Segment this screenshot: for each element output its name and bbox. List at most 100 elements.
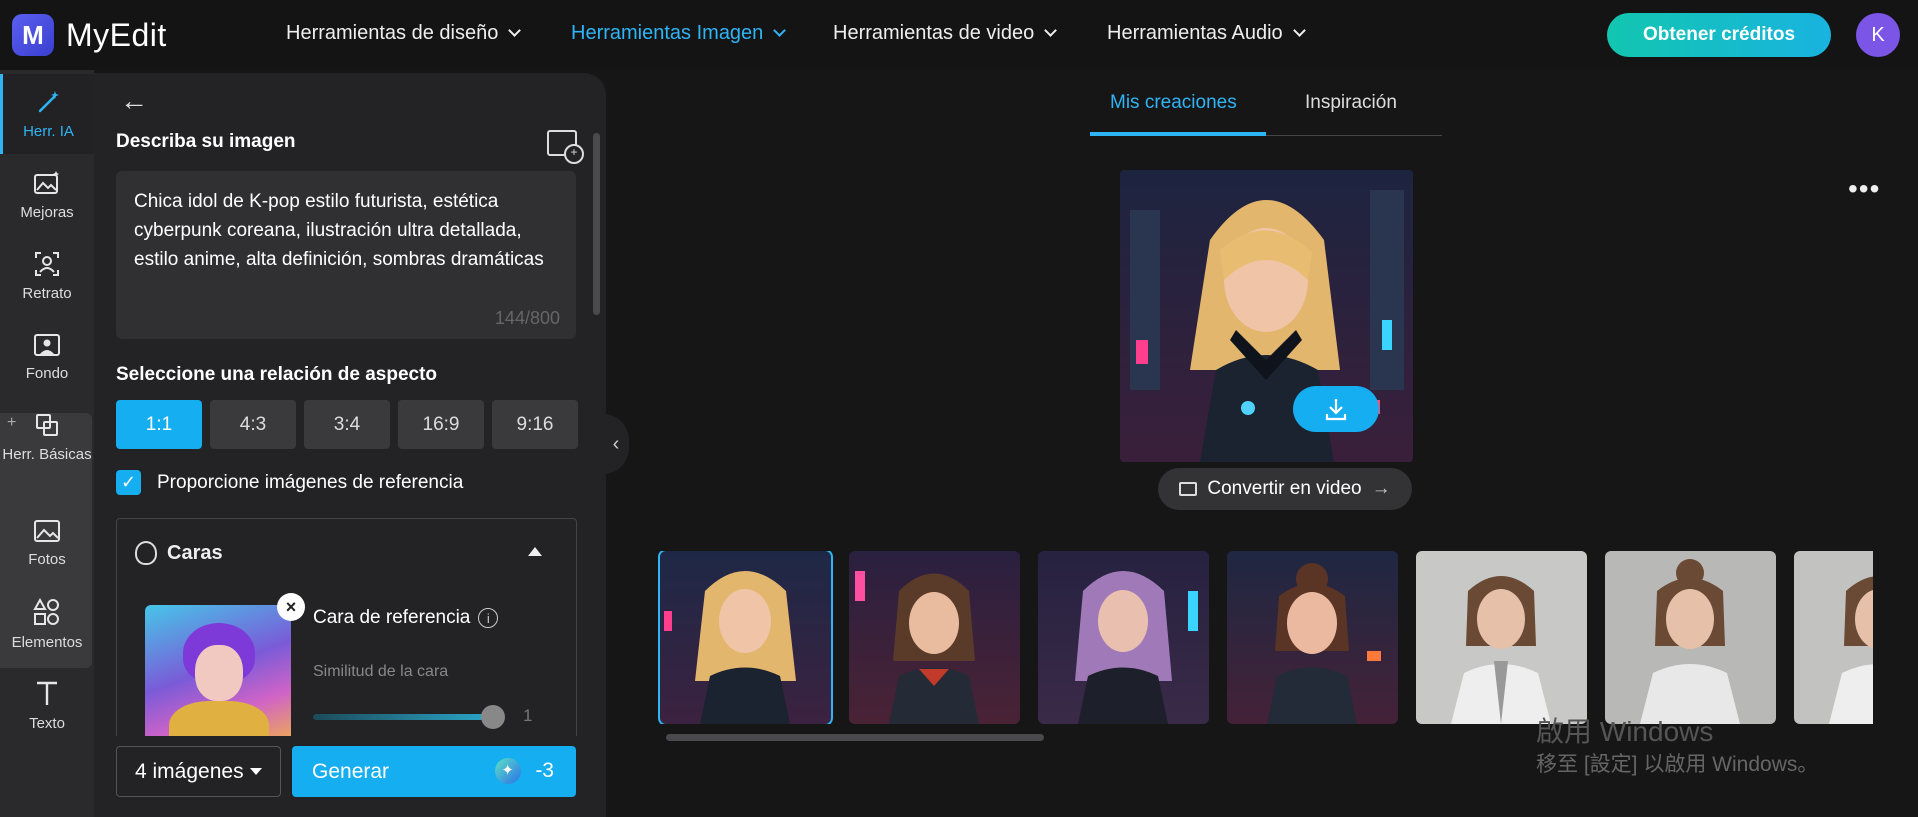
rail-item-basic-tools[interactable]: Herr. Básicas: [0, 397, 94, 477]
nav-image-tools[interactable]: Herramientas Imagen: [571, 22, 787, 45]
thumbnail-1[interactable]: [658, 551, 833, 724]
thumbnail-3[interactable]: [1038, 551, 1209, 724]
windows-activation-hint: 移至 [設定] 以啟用 Windows。: [1536, 753, 1819, 776]
faces-header[interactable]: Caras: [135, 541, 223, 565]
rail-label: Fotos: [28, 550, 66, 568]
nav-label: Herramientas de diseño: [286, 22, 499, 44]
strip-scrollbar[interactable]: [666, 734, 1044, 741]
rail-item-text[interactable]: Texto: [0, 665, 94, 745]
face-icon: [135, 541, 157, 565]
background-icon: [34, 333, 60, 356]
rail-label: Mejoras: [20, 203, 74, 221]
get-credits-button[interactable]: Obtener créditos: [1607, 13, 1831, 57]
info-icon[interactable]: i: [478, 608, 499, 628]
magic-wand-icon: [38, 90, 59, 112]
credit-gem-icon: [495, 758, 522, 784]
ratio-16-9-button[interactable]: 16:9: [398, 400, 484, 449]
chevron-down-icon: [773, 24, 787, 37]
ratio-4-3-button[interactable]: 4:3: [210, 400, 296, 449]
rail-item-enhance[interactable]: Mejoras: [0, 155, 94, 235]
download-icon: [1325, 399, 1347, 421]
thumbnail-2[interactable]: [849, 551, 1020, 724]
nav-video-tools[interactable]: Herramientas de video: [833, 22, 1058, 45]
thumbnail-4[interactable]: [1227, 551, 1398, 724]
nav-label: Herramientas Audio: [1107, 22, 1283, 44]
rail-item-ai-tools[interactable]: Herr. IA: [0, 74, 94, 154]
panel-scrollbar[interactable]: [593, 133, 600, 315]
tab-my-creations[interactable]: Mis creaciones: [1110, 92, 1237, 114]
faces-title: Caras: [167, 541, 223, 564]
face-reference-text: Cara de referencia: [313, 607, 471, 628]
rail-item-background[interactable]: Fondo: [0, 317, 94, 397]
convert-to-video-button[interactable]: Convertir en video →: [1158, 468, 1412, 510]
prompt-text[interactable]: Chica idol de K-pop estilo futurista, es…: [134, 187, 558, 274]
rail-item-elements[interactable]: Elementos: [0, 584, 94, 664]
nav-label: Herramientas Imagen: [571, 22, 764, 44]
thumbnail-illustration: [1829, 576, 1873, 724]
image-enhance-icon: [34, 170, 59, 194]
rail-label: Herr. Básicas: [2, 445, 92, 463]
ratio-3-4-button[interactable]: 3:4: [304, 400, 390, 449]
download-button[interactable]: [1293, 386, 1379, 432]
logo[interactable]: M MyEdit: [12, 14, 167, 56]
describe-title: Describa su imagen: [116, 131, 296, 152]
reference-images-option[interactable]: ✓ Proporcione imágenes de referencia: [116, 470, 463, 495]
aspect-title: Seleccione una relación de aspecto: [116, 364, 438, 385]
generate-button[interactable]: Generar -3: [292, 746, 576, 797]
windows-activation-title: 啟用 Windows: [1536, 716, 1714, 747]
generate-label: Generar: [312, 759, 390, 783]
face-reference-label: Cara de referencia i: [313, 607, 499, 629]
aspect-ratio-group: 1:1 4:3 3:4 16:9 9:16: [116, 400, 586, 449]
similarity-slider-handle[interactable]: [481, 705, 505, 729]
tab-inspiration[interactable]: Inspiración: [1305, 92, 1397, 114]
similarity-value: 1: [523, 706, 533, 725]
ratio-9-16-button[interactable]: 9:16: [492, 400, 578, 449]
similarity-label: Similitud de la cara: [313, 663, 449, 680]
elements-icon: [33, 597, 59, 625]
back-arrow-icon[interactable]: ←: [120, 85, 148, 117]
reference-face-image: [145, 605, 291, 747]
rail-label: Elementos: [11, 633, 83, 651]
rail-label: Fondo: [25, 364, 69, 382]
ratio-1-1-button[interactable]: 1:1: [116, 400, 202, 449]
nav-design-tools[interactable]: Herramientas de diseño: [286, 22, 522, 45]
basic-tools-icon: [36, 413, 58, 436]
image-count-select[interactable]: 4 imágenes: [116, 746, 281, 797]
main-tabs: Mis creaciones Inspiración: [1090, 86, 1442, 136]
chevron-down-icon: [508, 24, 522, 37]
thumbnail-5[interactable]: [1416, 551, 1587, 724]
rail-label: Retrato: [22, 284, 72, 302]
rail-label: Texto: [29, 714, 65, 732]
similarity-slider[interactable]: [313, 714, 493, 720]
collapse-caret-icon[interactable]: [528, 547, 542, 556]
avatar[interactable]: K: [1856, 13, 1900, 57]
thumbnail-illustration: [1267, 563, 1381, 724]
collapse-panel-button[interactable]: ‹: [603, 414, 629, 474]
rail-label: Herr. IA: [23, 122, 74, 140]
active-tab-indicator: [1090, 132, 1266, 136]
thumbnail-illustration: [664, 571, 796, 724]
rail-item-portrait[interactable]: Retrato: [0, 236, 94, 316]
generate-cost-value: -3: [535, 759, 554, 782]
myedit-logo-icon: M: [12, 14, 54, 56]
dropdown-caret-icon: [249, 768, 262, 775]
prompt-char-count: 144/800: [494, 308, 560, 328]
text-icon: [37, 681, 57, 705]
image-upload-icon[interactable]: [547, 130, 584, 164]
nav-audio-tools[interactable]: Herramientas Audio: [1107, 22, 1306, 45]
remove-face-button[interactable]: ×: [277, 593, 305, 621]
reference-checkbox[interactable]: ✓: [116, 470, 141, 495]
rail-item-photos[interactable]: Fotos: [0, 503, 94, 583]
more-options-icon[interactable]: •••: [1848, 175, 1880, 203]
prompt-input[interactable]: Chica idol de K-pop estilo futurista, es…: [116, 171, 576, 339]
chevron-down-icon: [1292, 24, 1306, 37]
creations-strip: [658, 551, 1873, 724]
thumbnail-7[interactable]: [1794, 551, 1873, 724]
thumbnail-illustration: [855, 571, 979, 724]
portrait-icon: [35, 251, 59, 276]
chevron-down-icon: [1044, 24, 1058, 37]
image-count-value: 4 imágenes: [135, 759, 244, 783]
thumbnail-6[interactable]: [1605, 551, 1776, 724]
brand-name: MyEdit: [66, 16, 167, 53]
thumbnail-illustration: [1640, 559, 1740, 724]
